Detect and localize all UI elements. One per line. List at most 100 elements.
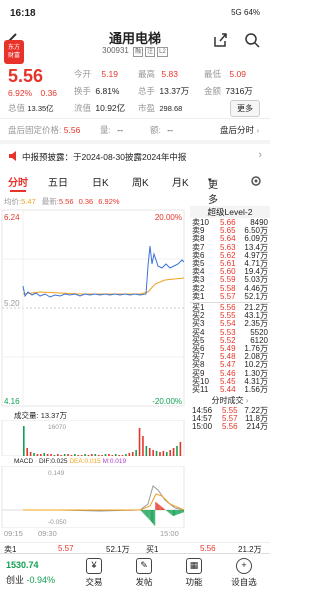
macd-header: MACD · DIF:0.025 DEA:0.015 M:0.019 [14, 458, 127, 465]
after-amt-value: -- [167, 125, 173, 135]
after-vol-value: -- [117, 125, 123, 135]
change-value: 0.36 [40, 88, 58, 98]
volume-bar [165, 452, 168, 456]
after-amt: 额: -- [150, 124, 173, 136]
turnover-row: 换手 6.81% [74, 85, 120, 97]
volume-bar [128, 453, 131, 456]
after-vol-label: 量: [100, 125, 111, 135]
macd-bar [178, 510, 180, 514]
search-icon[interactable] [244, 32, 260, 48]
volume-bar [155, 451, 158, 456]
volume-bar [145, 446, 148, 456]
bottom-nav: 1530.74 创业 -0.94% ¥ 交易 ✎ 发帖 ▦ 功能 + 设自选 [0, 553, 270, 600]
nav-functions-label: 功能 [185, 577, 203, 587]
pe-row: 市盈 298.68 [138, 102, 182, 114]
chart-frame [1, 209, 185, 407]
pe-value: 298.68 [159, 104, 183, 113]
latest-label: 最新: [41, 197, 59, 206]
dif-label: DIF: [38, 458, 52, 465]
macd-bar [152, 510, 153, 524]
intraday-chart[interactable]: 6.24 5.20 4.16 20.00% -20.00% [0, 206, 190, 408]
volume-bar [23, 426, 25, 456]
tab-five-day[interactable]: 五日 [48, 174, 68, 189]
volume-bar [152, 450, 154, 456]
y-right-top-label: 20.00% [155, 213, 182, 222]
register-tag: 注 [145, 47, 156, 57]
tab-monthly-k[interactable]: 月K [172, 174, 189, 189]
ask-row-volume: 52.1万 [244, 291, 268, 301]
low-value: 5.09 [229, 69, 246, 79]
volume-bar [36, 454, 39, 456]
volume-bar [53, 455, 56, 456]
pe-label: 市盈 [138, 103, 156, 113]
latest-change: 0.36 [78, 197, 94, 206]
yen-icon: ¥ [86, 558, 102, 574]
volume-bar [50, 454, 52, 456]
hands-value: 13.37万 [159, 86, 190, 96]
volume-bar [80, 455, 83, 456]
tab-daily-k[interactable]: 日K [92, 174, 109, 189]
gear-icon[interactable] [249, 174, 263, 188]
period-tabs: 分时 五日 日K 周K 月K 更多 ▾ [0, 172, 270, 206]
macd-chart: 0.149 -0.050 [1, 466, 185, 528]
bid-row[interactable]: 买11 5.44 1.56万 [192, 385, 268, 394]
speaker-icon [9, 151, 16, 161]
macd-bar [146, 510, 148, 518]
volume-bar [26, 448, 29, 456]
macd-bar [179, 510, 181, 514]
nav-add-watchlist[interactable]: + 设自选 [224, 558, 264, 588]
volume-value: 13.37万 [40, 411, 67, 420]
stock-name: 通用电梯 [108, 31, 161, 46]
macd-bar [153, 510, 155, 525]
after-timeshare-link[interactable]: 盘后分时 › [220, 124, 259, 136]
trades-title-label: 分时成交 [211, 396, 244, 405]
ask-row[interactable]: 卖1 5.57 52.1万 [192, 291, 268, 301]
macd-bar [175, 510, 177, 516]
level2-title[interactable]: 超级Level-2 [190, 206, 270, 218]
share-icon[interactable] [212, 32, 228, 48]
bid-book: 买1 5.56 21.2万 买2 5.55 43.1万 买3 5.54 2.35万 买4 5.53 5… [192, 303, 268, 394]
amount-row: 金额 7316万 [204, 85, 253, 97]
eastmoney-badge[interactable]: 东方 财富 [4, 40, 24, 64]
strip-ask-price: 5.57 [58, 544, 74, 553]
nav-post[interactable]: ✎ 发帖 [124, 558, 164, 588]
low-row: 最低 5.09 [204, 68, 246, 80]
after-fixed-label: 盘后固定价格: [8, 125, 62, 135]
volume-bar [67, 454, 69, 456]
macd-bar [145, 510, 147, 516]
trades-title[interactable]: 分时成交 › [190, 396, 270, 406]
volume-bar [108, 454, 110, 456]
volume-bar [138, 428, 141, 456]
level2-tag: L2 [157, 47, 168, 57]
change-pct: 6.92% [8, 88, 33, 98]
ask-row-price: 5.57 [220, 291, 236, 301]
index-name: 创业 [6, 575, 25, 585]
volume-bar [111, 455, 114, 456]
macd-bar [181, 510, 183, 513]
volume-label: 成交量 [14, 411, 37, 420]
mcap-value: 13.35亿 [27, 104, 54, 113]
strip-bid-price: 5.56 [200, 544, 216, 553]
tab-weekly-k[interactable]: 周K [132, 174, 149, 189]
section-gap [0, 140, 270, 144]
amount-label: 金额 [204, 86, 222, 96]
trade-volume: 214万 [246, 422, 268, 432]
index-ticker[interactable]: 1530.74 创业 -0.94% [6, 560, 55, 586]
macd-bar [147, 510, 149, 519]
open-value: 5.19 [101, 69, 118, 79]
nav-functions[interactable]: ▦ 功能 [174, 558, 214, 588]
notice-bar[interactable]: 中报预披露：于2024-08-30披露2024年中报 › [0, 148, 270, 168]
tab-intraday[interactable]: 分时 [8, 174, 28, 189]
volume-max-label: 16070 [48, 424, 66, 431]
macd-bar [166, 510, 168, 511]
m-label: M: [102, 458, 110, 465]
current-price: 5.56 [8, 66, 44, 86]
volume-bar [148, 448, 151, 456]
y-mid-label: 5.20 [4, 299, 20, 308]
nav-trade[interactable]: ¥ 交易 [74, 558, 114, 588]
macd-bar [158, 504, 160, 510]
m-value: 0.019 [109, 458, 127, 465]
volume-bar [74, 454, 76, 456]
high-value: 5.83 [161, 69, 178, 79]
more-button[interactable]: 更多 [230, 100, 260, 117]
